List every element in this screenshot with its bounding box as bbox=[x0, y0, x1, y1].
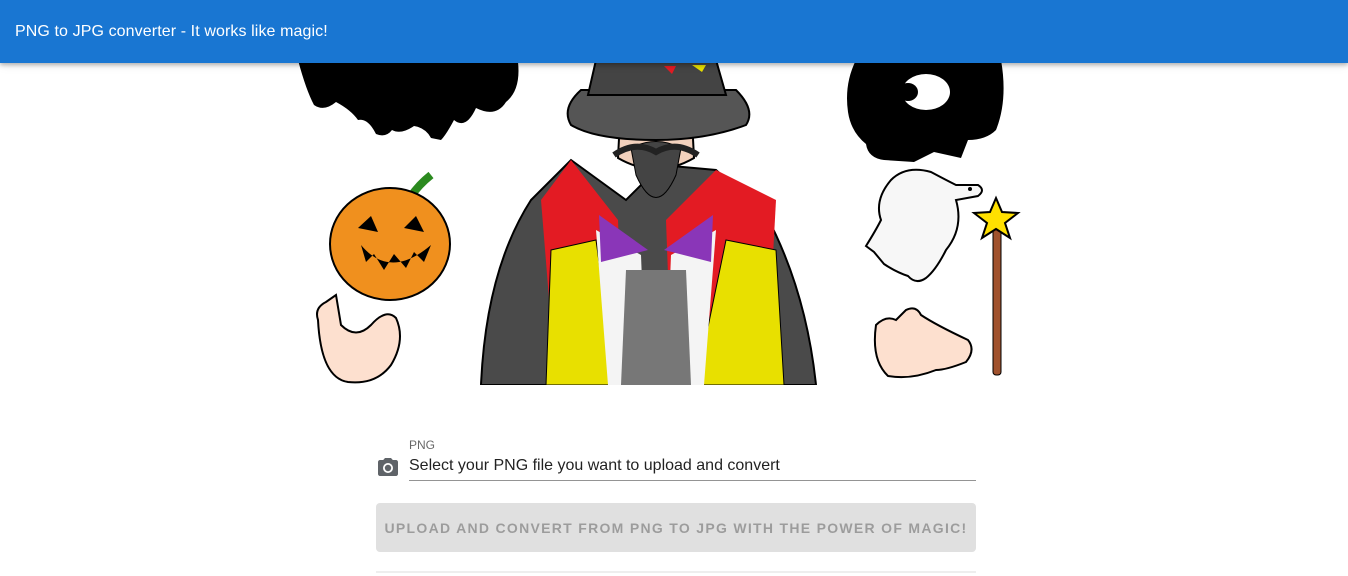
upload-convert-button[interactable]: Upload and convert from PNG to JPG with … bbox=[376, 503, 976, 552]
app-bar: PNG to JPG converter - It works like mag… bbox=[0, 0, 1348, 63]
magician-illustration bbox=[479, 59, 818, 385]
camera-icon[interactable] bbox=[376, 456, 400, 480]
png-field-label: PNG bbox=[409, 438, 436, 452]
hero-illustration bbox=[296, 40, 1026, 385]
dove-illustration bbox=[864, 168, 983, 282]
skull-illustration bbox=[847, 60, 1004, 162]
wand-illustration bbox=[971, 195, 1021, 376]
divider bbox=[376, 571, 976, 573]
png-file-input[interactable]: Select your PNG file you want to upload … bbox=[409, 454, 976, 481]
bat-illustration bbox=[298, 56, 519, 140]
app-title: PNG to JPG converter - It works like mag… bbox=[15, 23, 328, 40]
upload-form: PNG Select your PNG file you want to upl… bbox=[376, 436, 976, 576]
pumpkin-illustration bbox=[329, 171, 451, 301]
